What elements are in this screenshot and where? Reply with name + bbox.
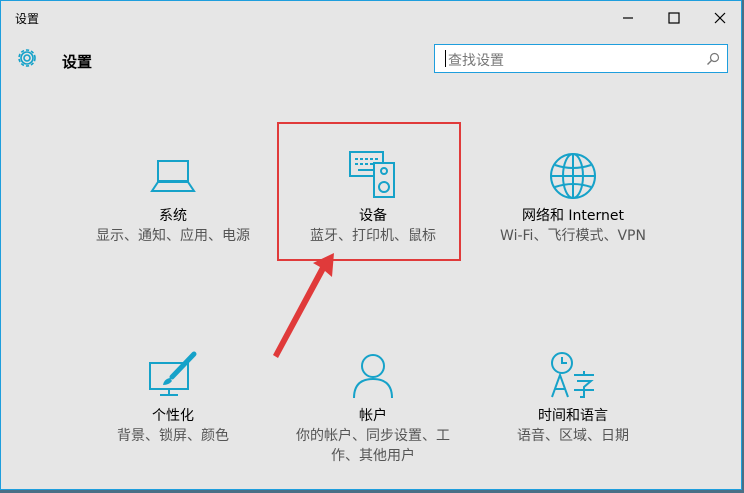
settings-window: 设置 设置 查找设置 系统 显示、通知、应用、电源 设备 蓝牙、打印机、鼠标 网… [0,0,742,490]
annotation-arrow-icon [273,253,334,358]
